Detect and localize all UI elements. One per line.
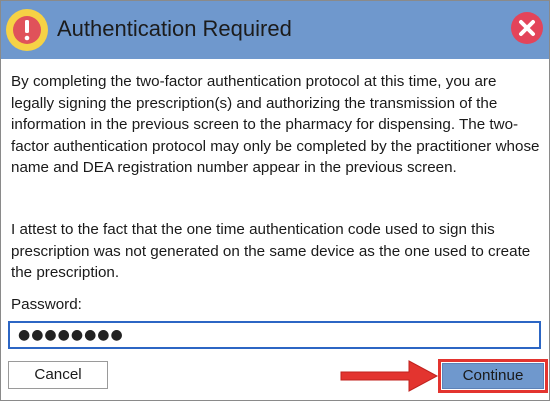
password-label: Password: (11, 296, 82, 313)
attestation-text: I attest to the fact that the one time a… (11, 221, 531, 281)
authentication-dialog: Authentication Required By completing th… (0, 0, 550, 401)
close-icon[interactable] (510, 11, 544, 45)
pointer-arrow-icon (340, 360, 439, 392)
exclamation-icon (6, 9, 48, 51)
continue-button[interactable]: Continue (442, 363, 544, 389)
legal-notice-text: By completing the two-factor authenticat… (11, 73, 540, 176)
cancel-button[interactable]: Cancel (8, 361, 108, 389)
title-bar: Authentication Required (1, 1, 549, 59)
password-field[interactable]: ●●●●●●●● (8, 321, 541, 349)
dialog-title: Authentication Required (57, 16, 292, 41)
